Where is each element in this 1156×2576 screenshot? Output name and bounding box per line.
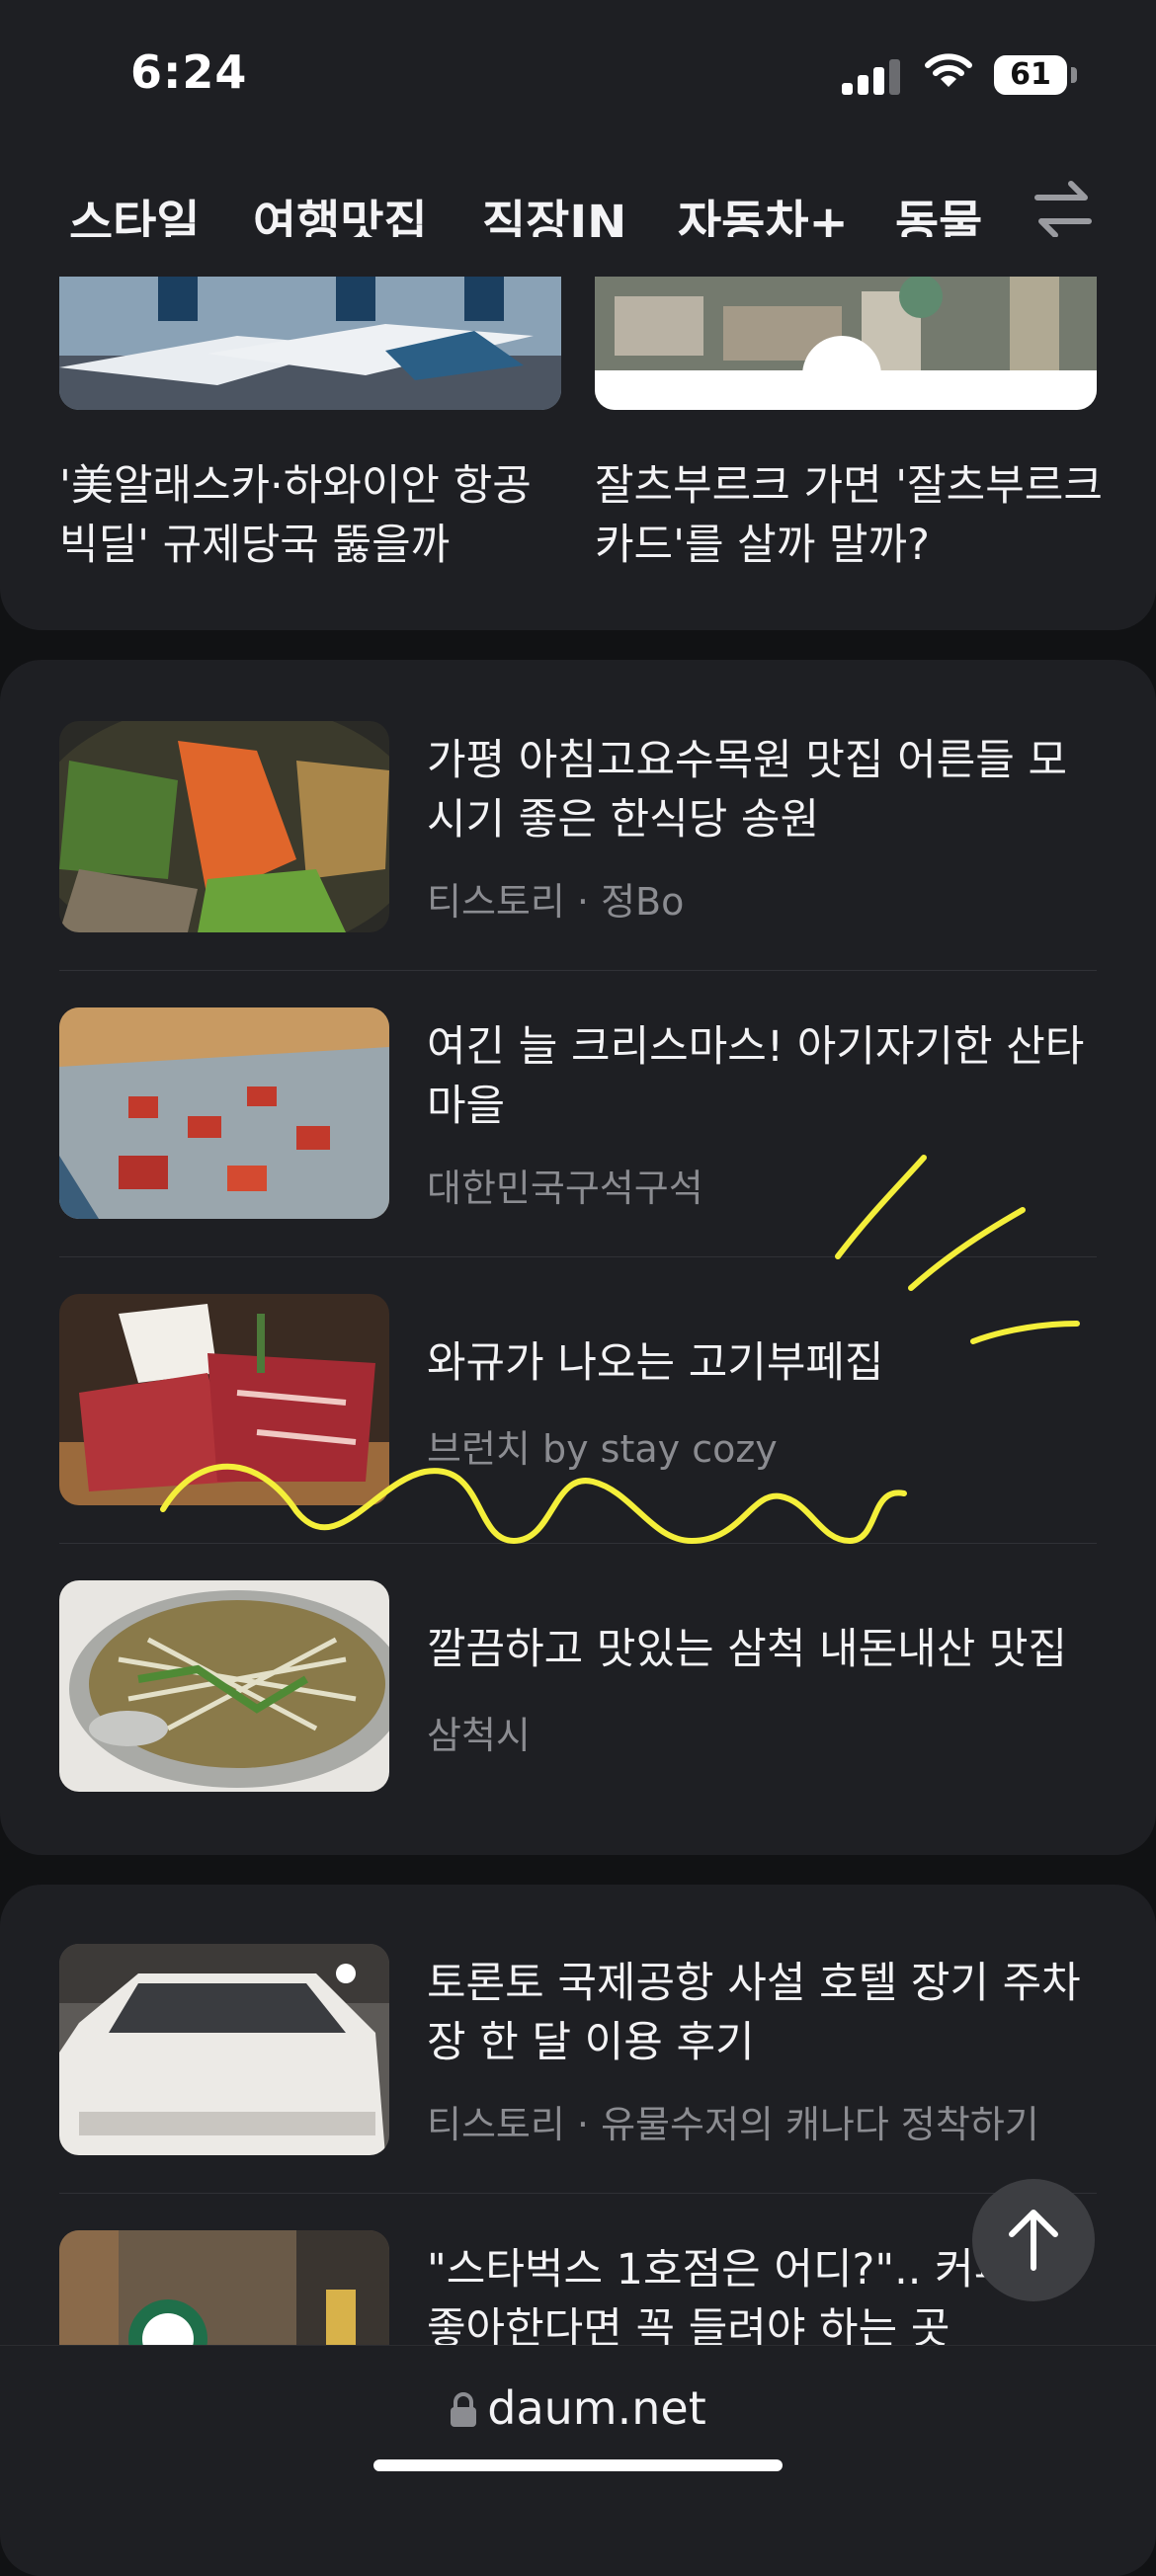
- status-bar: 6:24 61: [0, 0, 1156, 148]
- article-thumbnail-hotpot[interactable]: [59, 1580, 389, 1792]
- battery-tip: [1071, 67, 1077, 83]
- article-title[interactable]: 잘츠부르크 가면 '잘츠부르크 카드'를 살까 말까?: [595, 456, 1109, 575]
- battery-level: 61: [1010, 57, 1051, 92]
- article-thumbnail-wagyu[interactable]: [59, 1294, 389, 1505]
- scroll-to-top-button[interactable]: [972, 2179, 1095, 2301]
- article-list-card: 가평 아침고요수목원 맛집 어른들 모시기 좋은 한식당 송원 티스토리 · 정…: [0, 660, 1156, 1855]
- status-time: 6:24: [130, 45, 248, 99]
- list-divider: [59, 970, 1097, 971]
- arrow-up-icon: [1009, 2210, 1058, 2271]
- top-articles-card: '美알래스카·하와이안 항공 빅딜' 규제당국 뚫을까 잘츠부르크 가면 '잘츠…: [0, 237, 1156, 630]
- article-thumbnail-santa-village[interactable]: [59, 1007, 389, 1219]
- wifi-icon: [925, 53, 972, 87]
- battery-icon: 61: [994, 55, 1067, 95]
- article-source: 삼척시: [427, 1714, 531, 1757]
- article-title[interactable]: '美알래스카·하와이안 항공 빅딜' 규제당국 뚫을까: [59, 456, 573, 575]
- lock-icon: [451, 2392, 477, 2427]
- article-source: 대한민국구석구석: [427, 1167, 703, 1210]
- article-source: 브런치 by stay cozy: [427, 1427, 778, 1471]
- article-title[interactable]: 와규가 나오는 고기부페집: [427, 1333, 1099, 1393]
- home-indicator: [373, 2459, 783, 2471]
- list-divider: [59, 1256, 1097, 1257]
- swap-arrows-icon[interactable]: [1032, 178, 1095, 241]
- article-source: 티스토리 · 유물수저의 캐나다 정착하기: [427, 2103, 1039, 2146]
- article-title[interactable]: 여긴 늘 크리스마스! 아기자기한 산타 마을: [427, 1017, 1099, 1136]
- list-divider: [59, 2193, 1097, 2194]
- article-thumbnail-bibimbap[interactable]: [59, 721, 389, 932]
- article-title[interactable]: 토론토 국제공항 사설 호텔 장기 주차장 한 달 이용 후기: [427, 1954, 1099, 2072]
- address-bar[interactable]: daum.net: [0, 2381, 1156, 2435]
- list-divider: [59, 1543, 1097, 1544]
- article-thumbnail-salzburg[interactable]: [595, 277, 1097, 410]
- cellular-signal-icon: [842, 57, 901, 95]
- article-thumbnail-car[interactable]: [59, 1944, 389, 2155]
- url-text: daum.net: [487, 2381, 706, 2435]
- browser-bottom-bar: daum.net: [0, 2345, 1156, 2502]
- article-title[interactable]: 깔끔하고 맛있는 삼척 내돈내산 맛집: [427, 1620, 1099, 1679]
- article-title[interactable]: 가평 아침고요수목원 맛집 어른들 모시기 좋은 한식당 송원: [427, 731, 1099, 849]
- article-thumbnail-airplanes[interactable]: [59, 277, 561, 410]
- article-source: 티스토리 · 정Bo: [427, 880, 685, 924]
